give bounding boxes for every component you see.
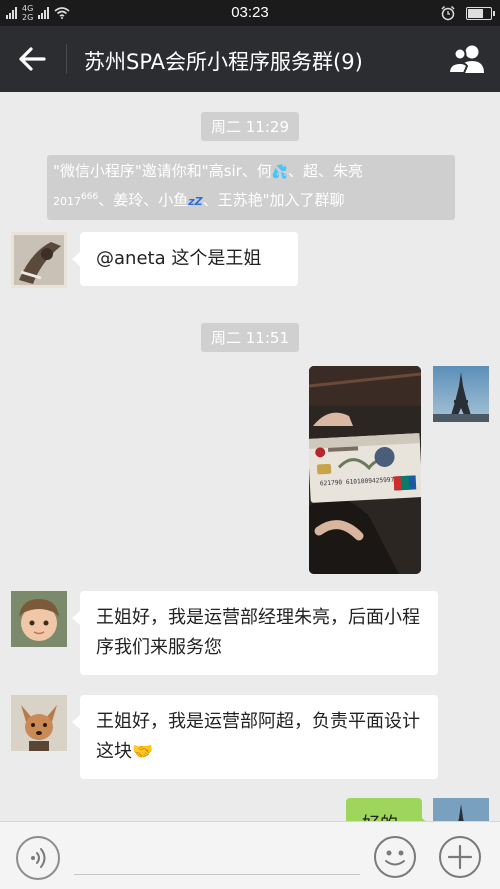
eiffel-tower-avatar (433, 798, 489, 821)
group-info-button[interactable] (447, 42, 486, 76)
title-bar: 苏州SPA会所小程序服务群(9) (0, 26, 500, 92)
group-members-icon (447, 45, 484, 74)
back-button[interactable] (16, 44, 50, 74)
voice-input-button[interactable] (16, 836, 60, 880)
message-bubble[interactable]: @aneta 这个是王姐 (72, 232, 298, 286)
timestamp: 周二 11:29 (201, 112, 299, 141)
handshake-icon: 🤝 (132, 742, 154, 762)
bank-card-photo: 621790 6101009425997 (309, 366, 421, 574)
message-bubble[interactable]: 王姐好，我是运营部阿超，负责平面设计这块🤝 (72, 695, 438, 779)
message-input[interactable] (74, 838, 360, 872)
image-message[interactable]: 621790 6101009425997 (309, 366, 421, 574)
input-bar (0, 821, 500, 889)
system-text-4: 666 (81, 192, 99, 202)
title-divider (66, 44, 67, 74)
avatar[interactable] (11, 591, 67, 647)
emoji-button[interactable] (372, 834, 418, 880)
alarm-icon (441, 5, 455, 21)
system-text-6: zZ (188, 195, 203, 208)
timestamp: 周二 11:51 (201, 323, 299, 352)
sweat-drops-icon: 💦 (271, 165, 289, 180)
input-underline (74, 874, 360, 875)
avatar-image (11, 232, 67, 288)
dog-avatar (11, 695, 67, 751)
system-text-1: "微信小程序"邀请你和"高sir、何 (53, 162, 272, 180)
message-bubble[interactable]: 王姐好，我是运营部经理朱亮，后面小程序我们来服务您 (72, 591, 438, 675)
avatar[interactable] (11, 695, 67, 751)
avatar[interactable] (11, 232, 67, 288)
smiley-icon (374, 836, 416, 878)
more-functions-button[interactable] (437, 834, 483, 880)
message-bubble[interactable]: 好的 (346, 798, 430, 821)
eiffel-tower-avatar (433, 366, 489, 422)
my-avatar[interactable] (433, 366, 489, 422)
chat-message-list[interactable]: 周二 11:29 "微信小程序"邀请你和"高sir、何💦、超、朱亮 201766… (0, 92, 500, 821)
back-arrow-icon (19, 47, 46, 71)
system-text-7: 、王苏艳"加入了群聊 (202, 191, 345, 209)
status-bar: 4G 2G 03:23 (0, 0, 500, 26)
status-time: 03:23 (231, 4, 269, 21)
plus-icon (439, 836, 481, 878)
voice-icon (31, 848, 46, 868)
battery-icon (466, 6, 495, 20)
my-avatar[interactable] (433, 798, 489, 821)
system-text-2: 、超、朱亮 (288, 162, 364, 180)
baby-avatar (11, 591, 67, 647)
system-message: "微信小程序"邀请你和"高sir、何💦、超、朱亮 2017666、姜玲、小鱼zZ… (47, 155, 455, 220)
system-text-5: 、姜玲、小鱼 (98, 191, 189, 209)
chat-title: 苏州SPA会所小程序服务群(9) (84, 50, 363, 74)
system-text-3: 2017 (53, 195, 81, 208)
battery-level (468, 8, 483, 18)
